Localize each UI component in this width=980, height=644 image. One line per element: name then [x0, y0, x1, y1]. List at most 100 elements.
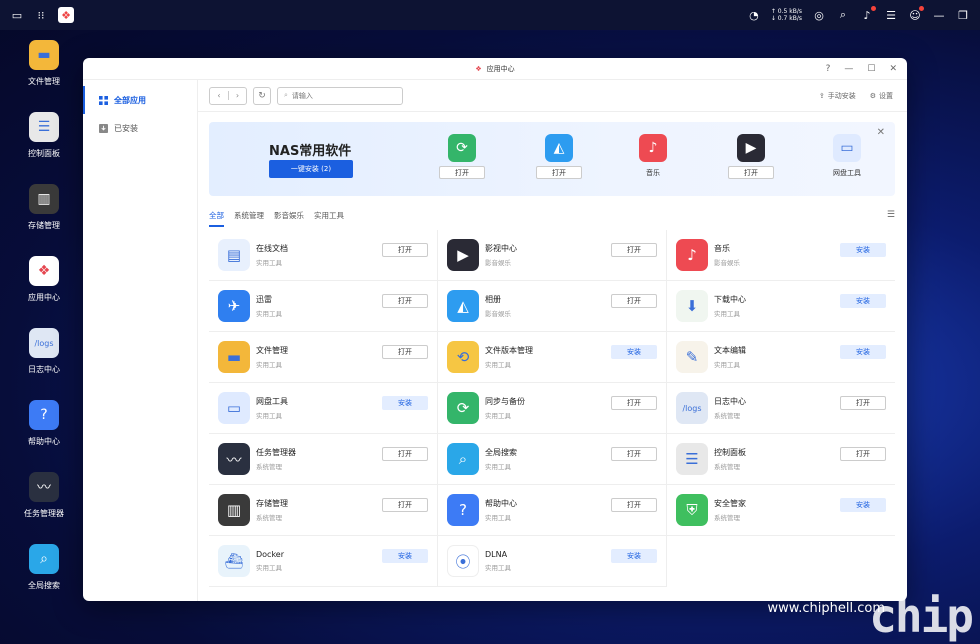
search-icon[interactable]: ⌕ [836, 8, 850, 22]
open-button[interactable]: 打开 [382, 294, 428, 308]
open-button[interactable]: 打开 [611, 243, 657, 257]
app-list-item[interactable]: ? 帮助中心 实用工具 打开 [438, 485, 667, 536]
search-input[interactable] [291, 91, 382, 100]
install-button[interactable]: 安装 [611, 345, 657, 359]
banner-close-icon[interactable]: ✕ [877, 127, 885, 138]
back-button[interactable]: ‹ [210, 91, 228, 100]
globe-icon[interactable]: ◎ [812, 8, 826, 22]
app-grid: ▤ 在线文档 实用工具 打开 ▶ 影视中心 影音娱乐 打开 ♪ 音乐 影音娱乐 安装 ✈ 迅雷 实用工具 打开… [209, 230, 895, 587]
app-list-item[interactable]: ☰ 控制面板 系统管理 打开 [667, 434, 895, 485]
app-category: 系统管理 [256, 463, 282, 471]
banner-open-button[interactable]: 打开 [728, 166, 774, 179]
app-center-taskbar-icon[interactable]: ❖ [58, 7, 74, 23]
app-list-item[interactable]: ⬇ 下载中心 实用工具 安装 [667, 281, 895, 332]
settings-button[interactable]: ⚙ 设置 [870, 91, 893, 101]
app-name: 音乐 [714, 244, 730, 253]
banner-open-button[interactable]: 打开 [536, 166, 582, 179]
app-list-item[interactable]: ▥ 存储管理 系统管理 打开 [209, 485, 438, 536]
install-button[interactable]: 安装 [611, 549, 657, 563]
app-category: 实用工具 [485, 361, 511, 369]
desktop-icon-1[interactable]: ☰ 控制面板 [8, 108, 80, 180]
open-button[interactable]: 打开 [611, 498, 657, 512]
open-button[interactable]: 打开 [611, 294, 657, 308]
desktop-icon-6[interactable]: 〰任务管理器 [8, 468, 80, 540]
tab-category-3[interactable]: 实用工具 [314, 210, 344, 227]
desktop-icon-5[interactable]: ? 帮助中心 [8, 396, 80, 468]
app-list-item[interactable]: 〰任务管理器 系统管理 打开 [209, 434, 438, 485]
open-button[interactable]: 打开 [382, 243, 428, 257]
open-button[interactable]: 打开 [840, 447, 886, 461]
app-list-item[interactable]: ▭ 网盘工具 实用工具 安装 [209, 383, 438, 434]
open-button[interactable]: 打开 [382, 447, 428, 461]
app-name: 安全管家 [714, 499, 746, 508]
sliders-icon[interactable]: ☰ [884, 8, 898, 22]
forward-button[interactable]: › [228, 91, 246, 100]
banner-open-button[interactable]: 打开 [439, 166, 485, 179]
open-button[interactable]: 打开 [382, 498, 428, 512]
one-click-install-button[interactable]: 一键安装 (2) [269, 160, 353, 178]
desktop-icon-0[interactable]: ▬ 文件管理 [8, 36, 80, 108]
tab-category-1[interactable]: 系统管理 [234, 210, 264, 227]
refresh-button[interactable]: ↻ [253, 86, 271, 105]
desktop-icon-3[interactable]: ❖ 应用中心 [8, 252, 80, 324]
install-button[interactable]: 安装 [382, 396, 428, 410]
open-button[interactable]: 打开 [611, 447, 657, 461]
search-icon: ⌕ [284, 91, 288, 99]
app-list-item[interactable]: ⛨ 安全管家 系统管理 安装 [667, 485, 895, 536]
install-button[interactable]: 安装 [840, 243, 886, 257]
desktop-icon-label: 文件管理 [28, 77, 60, 86]
app-list-item[interactable]: ⌕ 全局搜索 实用工具 打开 [438, 434, 667, 485]
restore-icon[interactable]: ❐ [956, 8, 970, 22]
app-list-item[interactable]: ◭ 相册 影音娱乐 打开 [438, 281, 667, 332]
desktop-icon-2[interactable]: ▥ 存储管理 [8, 180, 80, 252]
desktop-icon-7[interactable]: ⌕ 全局搜索 [8, 540, 80, 612]
network-speed: ↑ 0.5 kB/s ↓ 0.7 kB/s [770, 8, 802, 22]
manual-install-button[interactable]: ⇪ 手动安装 [819, 91, 856, 101]
app-grid-icon[interactable]: ⁝⁝ [34, 8, 48, 22]
banner-app-label: 网盘工具 [833, 169, 861, 177]
desktop-icon-4[interactable]: /logs 日志中心 [8, 324, 80, 396]
tab-category-2[interactable]: 影音娱乐 [274, 210, 304, 227]
app-name: 帮助中心 [485, 499, 517, 508]
sidebar-item-all-apps[interactable]: 全部应用 [83, 86, 197, 114]
speed-icon[interactable]: ◔ [747, 8, 761, 22]
app-name: 存储管理 [256, 499, 288, 508]
app-list-item[interactable]: ✎ 文本编辑 实用工具 安装 [667, 332, 895, 383]
open-button[interactable]: 打开 [382, 345, 428, 359]
minimize-button[interactable]: — [844, 64, 853, 74]
install-button[interactable]: 安装 [840, 345, 886, 359]
close-button[interactable]: ✕ [889, 64, 897, 74]
app-list-item[interactable]: ✈ 迅雷 实用工具 打开 [209, 281, 438, 332]
desktop-icon[interactable]: ▭ [10, 8, 24, 22]
sort-icon[interactable]: ☰ [887, 210, 895, 220]
app-list-item[interactable]: /logs 日志中心 系统管理 打开 [667, 383, 895, 434]
install-button[interactable]: 安装 [840, 498, 886, 512]
app-list-item[interactable]: ⛴ Docker 实用工具 安装 [209, 536, 438, 587]
app-list-item[interactable]: ⦿ DLNA 实用工具 安装 [438, 536, 667, 587]
app-list-item[interactable]: ⟳ 同步与备份 实用工具 打开 [438, 383, 667, 434]
help-icon[interactable]: ? [826, 64, 831, 74]
search-box[interactable]: ⌕ [277, 86, 403, 105]
app-category: 系统管理 [714, 412, 740, 420]
maximize-button[interactable]: ☐ [867, 64, 875, 74]
video-icon: ▶ [737, 134, 765, 162]
app-list-item[interactable]: ▶ 影视中心 影音娱乐 打开 [438, 230, 667, 281]
install-button[interactable]: 安装 [840, 294, 886, 308]
open-button[interactable]: 打开 [611, 396, 657, 410]
app-list-item[interactable]: ▬ 文件管理 实用工具 打开 [209, 332, 438, 383]
app-list-item[interactable]: ▤ 在线文档 实用工具 打开 [209, 230, 438, 281]
window-titlebar[interactable]: ❖ 应用中心 ? — ☐ ✕ [83, 58, 907, 80]
desktop-icon-label: 控制面板 [28, 149, 60, 158]
install-button[interactable]: 安装 [382, 549, 428, 563]
banner-app-label: 音乐 [646, 169, 660, 177]
minimize-all-icon[interactable]: — [932, 8, 946, 22]
user-icon[interactable]: ☺ [908, 6, 924, 22]
app-list-item[interactable]: ♪ 音乐 影音娱乐 安装 [667, 230, 895, 281]
app-list-item[interactable]: ⟲ 文件版本管理 实用工具 安装 [438, 332, 667, 383]
tab-category-0[interactable]: 全部 [209, 210, 224, 227]
sidebar-item-installed[interactable]: 已安装 [83, 114, 197, 142]
version-icon: ⟲ [447, 341, 479, 373]
task-manager-icon: 〰 [218, 443, 250, 475]
open-button[interactable]: 打开 [840, 396, 886, 410]
notification-bell-icon[interactable]: ♪ [860, 6, 876, 22]
